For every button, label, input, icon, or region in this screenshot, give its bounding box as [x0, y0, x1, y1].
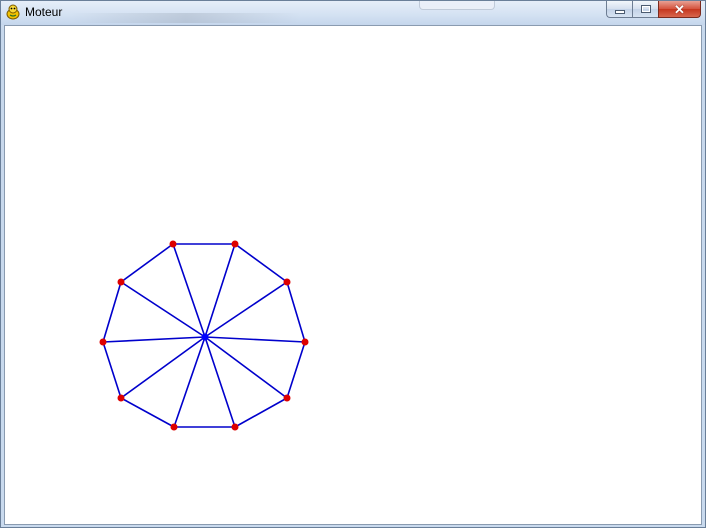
vertex-point[interactable]	[169, 240, 177, 248]
spoke-edge	[120, 336, 206, 399]
window-title: Moteur	[25, 5, 63, 19]
vertex-point[interactable]	[99, 338, 107, 346]
spoke-edge	[204, 336, 306, 343]
perimeter-edge	[286, 341, 306, 399]
perimeter-edge	[120, 397, 175, 428]
app-window: Moteur ✕	[0, 0, 706, 528]
spoke-edge	[204, 336, 236, 428]
background-blur-tab	[419, 1, 495, 10]
vertex-point[interactable]	[170, 423, 178, 431]
background-blur	[71, 13, 301, 23]
perimeter-edge	[234, 243, 288, 283]
title-bar[interactable]: Moteur ✕	[1, 1, 705, 25]
maximize-button[interactable]	[632, 1, 658, 18]
window-controls: ✕	[606, 1, 701, 19]
polygon-scene	[99, 240, 309, 431]
perimeter-edge	[286, 281, 306, 343]
minimize-button[interactable]	[606, 1, 632, 18]
spoke-edge	[204, 281, 288, 338]
vertex-point[interactable]	[283, 278, 291, 286]
vertex-point[interactable]	[301, 338, 309, 346]
perimeter-edge	[120, 243, 174, 283]
spoke-edge	[173, 336, 206, 428]
spoke-edge	[120, 281, 206, 338]
drawing-canvas[interactable]	[4, 25, 702, 525]
spoke-edge	[204, 243, 236, 338]
minimize-icon	[614, 9, 625, 14]
perimeter-edge	[102, 281, 122, 343]
spoke-edge	[102, 336, 206, 343]
perimeter-edge	[102, 341, 122, 399]
close-button[interactable]: ✕	[658, 1, 701, 18]
spoke-edge	[204, 336, 288, 399]
center-point[interactable]	[201, 333, 209, 341]
perimeter-edge	[234, 397, 288, 428]
vertex-point[interactable]	[231, 240, 239, 248]
pygame-snake-icon[interactable]	[5, 4, 21, 20]
maximize-icon	[640, 5, 651, 13]
vertex-point[interactable]	[117, 278, 125, 286]
vertex-point[interactable]	[283, 394, 291, 402]
spoke-edge	[172, 243, 206, 338]
close-icon: ✕	[674, 1, 685, 17]
vertex-point[interactable]	[231, 423, 239, 431]
vertex-point[interactable]	[117, 394, 125, 402]
